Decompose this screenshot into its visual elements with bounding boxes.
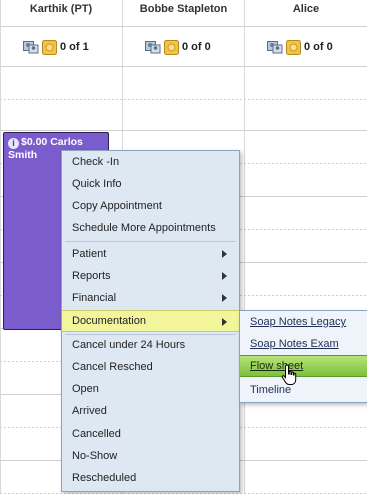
submenu-arrow-icon [222,318,227,326]
menu-item-label: Cancelled [72,428,121,440]
note-icon[interactable] [286,39,301,55]
menu-item-label: Financial [72,292,117,304]
submenu-item-label: Soap Notes Legacy [250,316,347,328]
grid-line [0,130,367,131]
column-counter-karthik: 0 of 1 [23,38,89,56]
menu-item-arrived[interactable]: Arrived [62,400,239,422]
menu-item-label: Patient [72,248,107,260]
column-counter-alice: 0 of 0 [267,38,333,56]
grid-line [0,66,367,67]
menu-item-patient[interactable]: Patient [62,243,239,265]
grid-line [0,26,367,27]
people-icon[interactable] [145,40,161,54]
submenu-arrow-icon [222,272,227,280]
column-header-bobbe: Bobbe Stapleton [139,3,228,15]
submenu-item-label: Soap Notes Exam [250,338,339,350]
submenu-arrow-icon [222,250,227,258]
menu-item-documentation[interactable]: Documentation [62,310,239,332]
menu-item-check-in[interactable]: Check -In [62,151,239,173]
note-icon[interactable] [42,39,57,55]
menu-item-copy-appointment[interactable]: Copy Appointment [62,195,239,217]
note-icon[interactable] [164,39,179,55]
menu-item-quick-info[interactable]: Quick Info [62,173,239,195]
menu-item-cancel-resched[interactable]: Cancel Resched [62,356,239,378]
menu-item-label: Arrived [72,405,107,417]
column-divider [0,0,1,494]
grid-line [0,99,367,100]
column-header-alice: Alice [292,3,320,15]
menu-item-label: Open [72,383,99,395]
column-count: 0 of 0 [182,41,211,53]
column-count: 0 of 0 [304,41,333,53]
submenu-item-timeline[interactable]: Timeline [240,379,367,401]
documentation-submenu: Soap Notes Legacy Soap Notes Exam Flow s… [239,310,367,403]
info-icon[interactable]: i [8,138,19,149]
menu-item-label: No-Show [72,450,118,462]
menu-item-cancelled[interactable]: Cancelled [62,423,239,445]
column-count: 0 of 1 [60,41,89,53]
menu-item-reports[interactable]: Reports [62,265,239,287]
people-icon[interactable] [23,40,39,54]
menu-item-label: Reports [72,270,111,282]
menu-item-label: Cancel Resched [72,361,153,373]
menu-item-cancel-under-24[interactable]: Cancel under 24 Hours [62,334,239,356]
appointment-patient: Smith [8,149,38,161]
menu-item-rescheduled[interactable]: Rescheduled [62,467,239,489]
hand-cursor-icon [281,364,297,385]
menu-item-financial[interactable]: Financial [62,287,239,309]
menu-item-label: Documentation [72,315,146,327]
menu-item-schedule-more[interactable]: Schedule More Appointments [62,217,239,239]
menu-item-label: Cancel under 24 Hours [72,339,186,351]
menu-item-label: Copy Appointment [72,200,162,212]
menu-item-label: Check -In [72,156,120,168]
menu-item-open[interactable]: Open [62,378,239,400]
menu-separator [65,241,236,242]
submenu-arrow-icon [222,294,227,302]
menu-item-no-show[interactable]: No-Show [62,445,239,467]
context-menu: Check -In Quick Info Copy Appointment Sc… [61,150,240,492]
column-header-karthik: Karthik (PT) [29,3,93,15]
submenu-item-flow-sheet[interactable]: Flow sheet [240,355,367,377]
menu-item-label: Rescheduled [72,472,137,484]
column-counter-bobbe: 0 of 0 [145,38,211,56]
menu-item-label: Schedule More Appointments [72,222,216,234]
menu-item-label: Quick Info [72,178,122,190]
submenu-item-soap-notes-exam[interactable]: Soap Notes Exam [240,333,367,355]
appointment-title: $0.00 Carlos [21,136,83,148]
submenu-item-soap-notes-legacy[interactable]: Soap Notes Legacy [240,311,367,333]
column-divider [244,0,245,494]
people-icon[interactable] [267,40,283,54]
